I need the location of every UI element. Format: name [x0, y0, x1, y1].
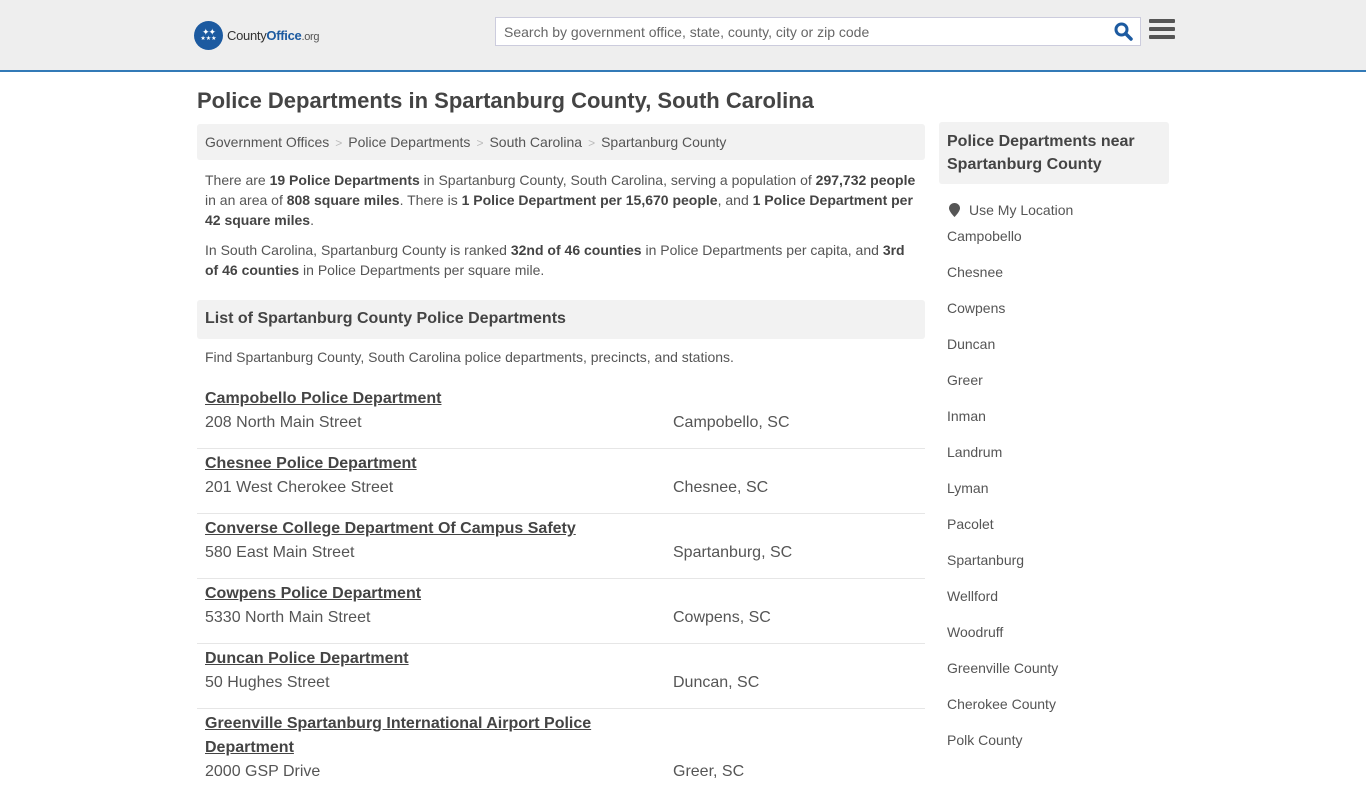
- breadcrumb-south-carolina[interactable]: South Carolina: [489, 134, 582, 150]
- department-city: Campobello, SC: [673, 414, 790, 431]
- nearby-links: Campobello Chesnee Cowpens Duncan Greer …: [939, 218, 1169, 758]
- department-address: 580 East Main Street: [205, 544, 355, 561]
- sidebar-link-landrum[interactable]: Landrum: [947, 444, 1002, 460]
- department-link[interactable]: Duncan Police Department: [205, 647, 605, 671]
- department-list: Campobello Police Department 208 North M…: [197, 384, 925, 792]
- sidebar-link-cowpens[interactable]: Cowpens: [947, 300, 1005, 316]
- sidebar-link-wellford[interactable]: Wellford: [947, 588, 998, 604]
- department-address: 5330 North Main Street: [205, 609, 371, 626]
- search-bar: [495, 17, 1141, 46]
- department-link[interactable]: Chesnee Police Department: [205, 452, 605, 476]
- sidebar-link-cherokee-county[interactable]: Cherokee County: [947, 696, 1056, 712]
- intro-text: There are 19 Police Departments in Spart…: [205, 170, 920, 290]
- search-icon: [1114, 22, 1133, 41]
- department-address: 201 West Cherokee Street: [205, 479, 394, 496]
- breadcrumb-police-departments[interactable]: Police Departments: [348, 134, 470, 150]
- sidebar-link-lyman[interactable]: Lyman: [947, 480, 989, 496]
- list-description: Find Spartanburg County, South Carolina …: [205, 349, 734, 365]
- breadcrumb: Government Offices > Police Departments > So…: [197, 124, 925, 160]
- breadcrumb-separator: >: [335, 136, 343, 150]
- hamburger-menu-icon[interactable]: [1149, 19, 1175, 43]
- use-my-location: Use My Location: [939, 202, 1169, 218]
- sidebar-link-campobello[interactable]: Campobello: [947, 228, 1022, 244]
- sidebar-link-polk-county[interactable]: Polk County: [947, 732, 1022, 748]
- department-link[interactable]: Greenville Spartanburg International Air…: [205, 712, 605, 760]
- department-address: 50 Hughes Street: [205, 674, 330, 691]
- list-item: Duncan Police Department 50 Hughes Stree…: [197, 644, 925, 709]
- breadcrumb-government-offices[interactable]: Government Offices: [205, 134, 329, 150]
- logo-text: CountyOffice.org: [227, 27, 320, 43]
- list-item: Chesnee Police Department 201 West Chero…: [197, 449, 925, 514]
- department-city: Cowpens, SC: [673, 609, 771, 626]
- department-city: Greer, SC: [673, 763, 745, 780]
- search-button[interactable]: [1106, 18, 1140, 45]
- sidebar-link-spartanburg[interactable]: Spartanburg: [947, 552, 1024, 568]
- sidebar-link-pacolet[interactable]: Pacolet: [947, 516, 994, 532]
- department-address: 208 North Main Street: [205, 414, 362, 431]
- breadcrumb-spartanburg-county[interactable]: Spartanburg County: [601, 134, 726, 150]
- intro-paragraph-ranking: In South Carolina, Spartanburg County is…: [205, 242, 905, 278]
- nearby-sidebar: Police Departments near Spartanburg Coun…: [939, 122, 1169, 758]
- department-city: Spartanburg, SC: [673, 544, 793, 561]
- eagle-stars-icon: ✦✦ ★★★: [194, 20, 223, 50]
- page-title: Police Departments in Spartanburg County…: [197, 88, 814, 113]
- list-heading: List of Spartanburg County Police Depart…: [197, 300, 925, 339]
- site-header: ✦✦ ★★★ CountyOffice.org: [0, 0, 1366, 72]
- sidebar-link-greer[interactable]: Greer: [947, 372, 983, 388]
- department-link[interactable]: Campobello Police Department: [205, 387, 605, 411]
- breadcrumb-separator: >: [476, 136, 484, 150]
- list-item: Cowpens Police Department 5330 North Mai…: [197, 579, 925, 644]
- sidebar-heading: Police Departments near Spartanburg Coun…: [939, 122, 1169, 184]
- department-link[interactable]: Converse College Department Of Campus Sa…: [205, 517, 576, 541]
- site-logo[interactable]: ✦✦ ★★★ CountyOffice.org: [194, 20, 319, 50]
- breadcrumb-separator: >: [588, 136, 596, 150]
- list-item: Converse College Department Of Campus Sa…: [197, 514, 925, 579]
- map-pin-icon: [949, 203, 960, 217]
- use-my-location-link[interactable]: Use My Location: [969, 202, 1073, 218]
- list-item: Campobello Police Department 208 North M…: [197, 384, 925, 449]
- sidebar-link-woodruff[interactable]: Woodruff: [947, 624, 1003, 640]
- department-address: 2000 GSP Drive: [205, 763, 321, 780]
- sidebar-link-duncan[interactable]: Duncan: [947, 336, 995, 352]
- sidebar-link-chesnee[interactable]: Chesnee: [947, 264, 1003, 280]
- department-link[interactable]: Cowpens Police Department: [205, 582, 605, 606]
- department-city: Chesnee, SC: [673, 479, 769, 496]
- sidebar-link-inman[interactable]: Inman: [947, 408, 986, 424]
- department-city: Duncan, SC: [673, 674, 760, 691]
- sidebar-link-greenville-county[interactable]: Greenville County: [947, 660, 1058, 676]
- intro-paragraph-stats: There are 19 Police Departments in Spart…: [205, 172, 916, 228]
- search-input[interactable]: [496, 18, 1106, 45]
- list-item: Greenville Spartanburg International Air…: [197, 709, 925, 792]
